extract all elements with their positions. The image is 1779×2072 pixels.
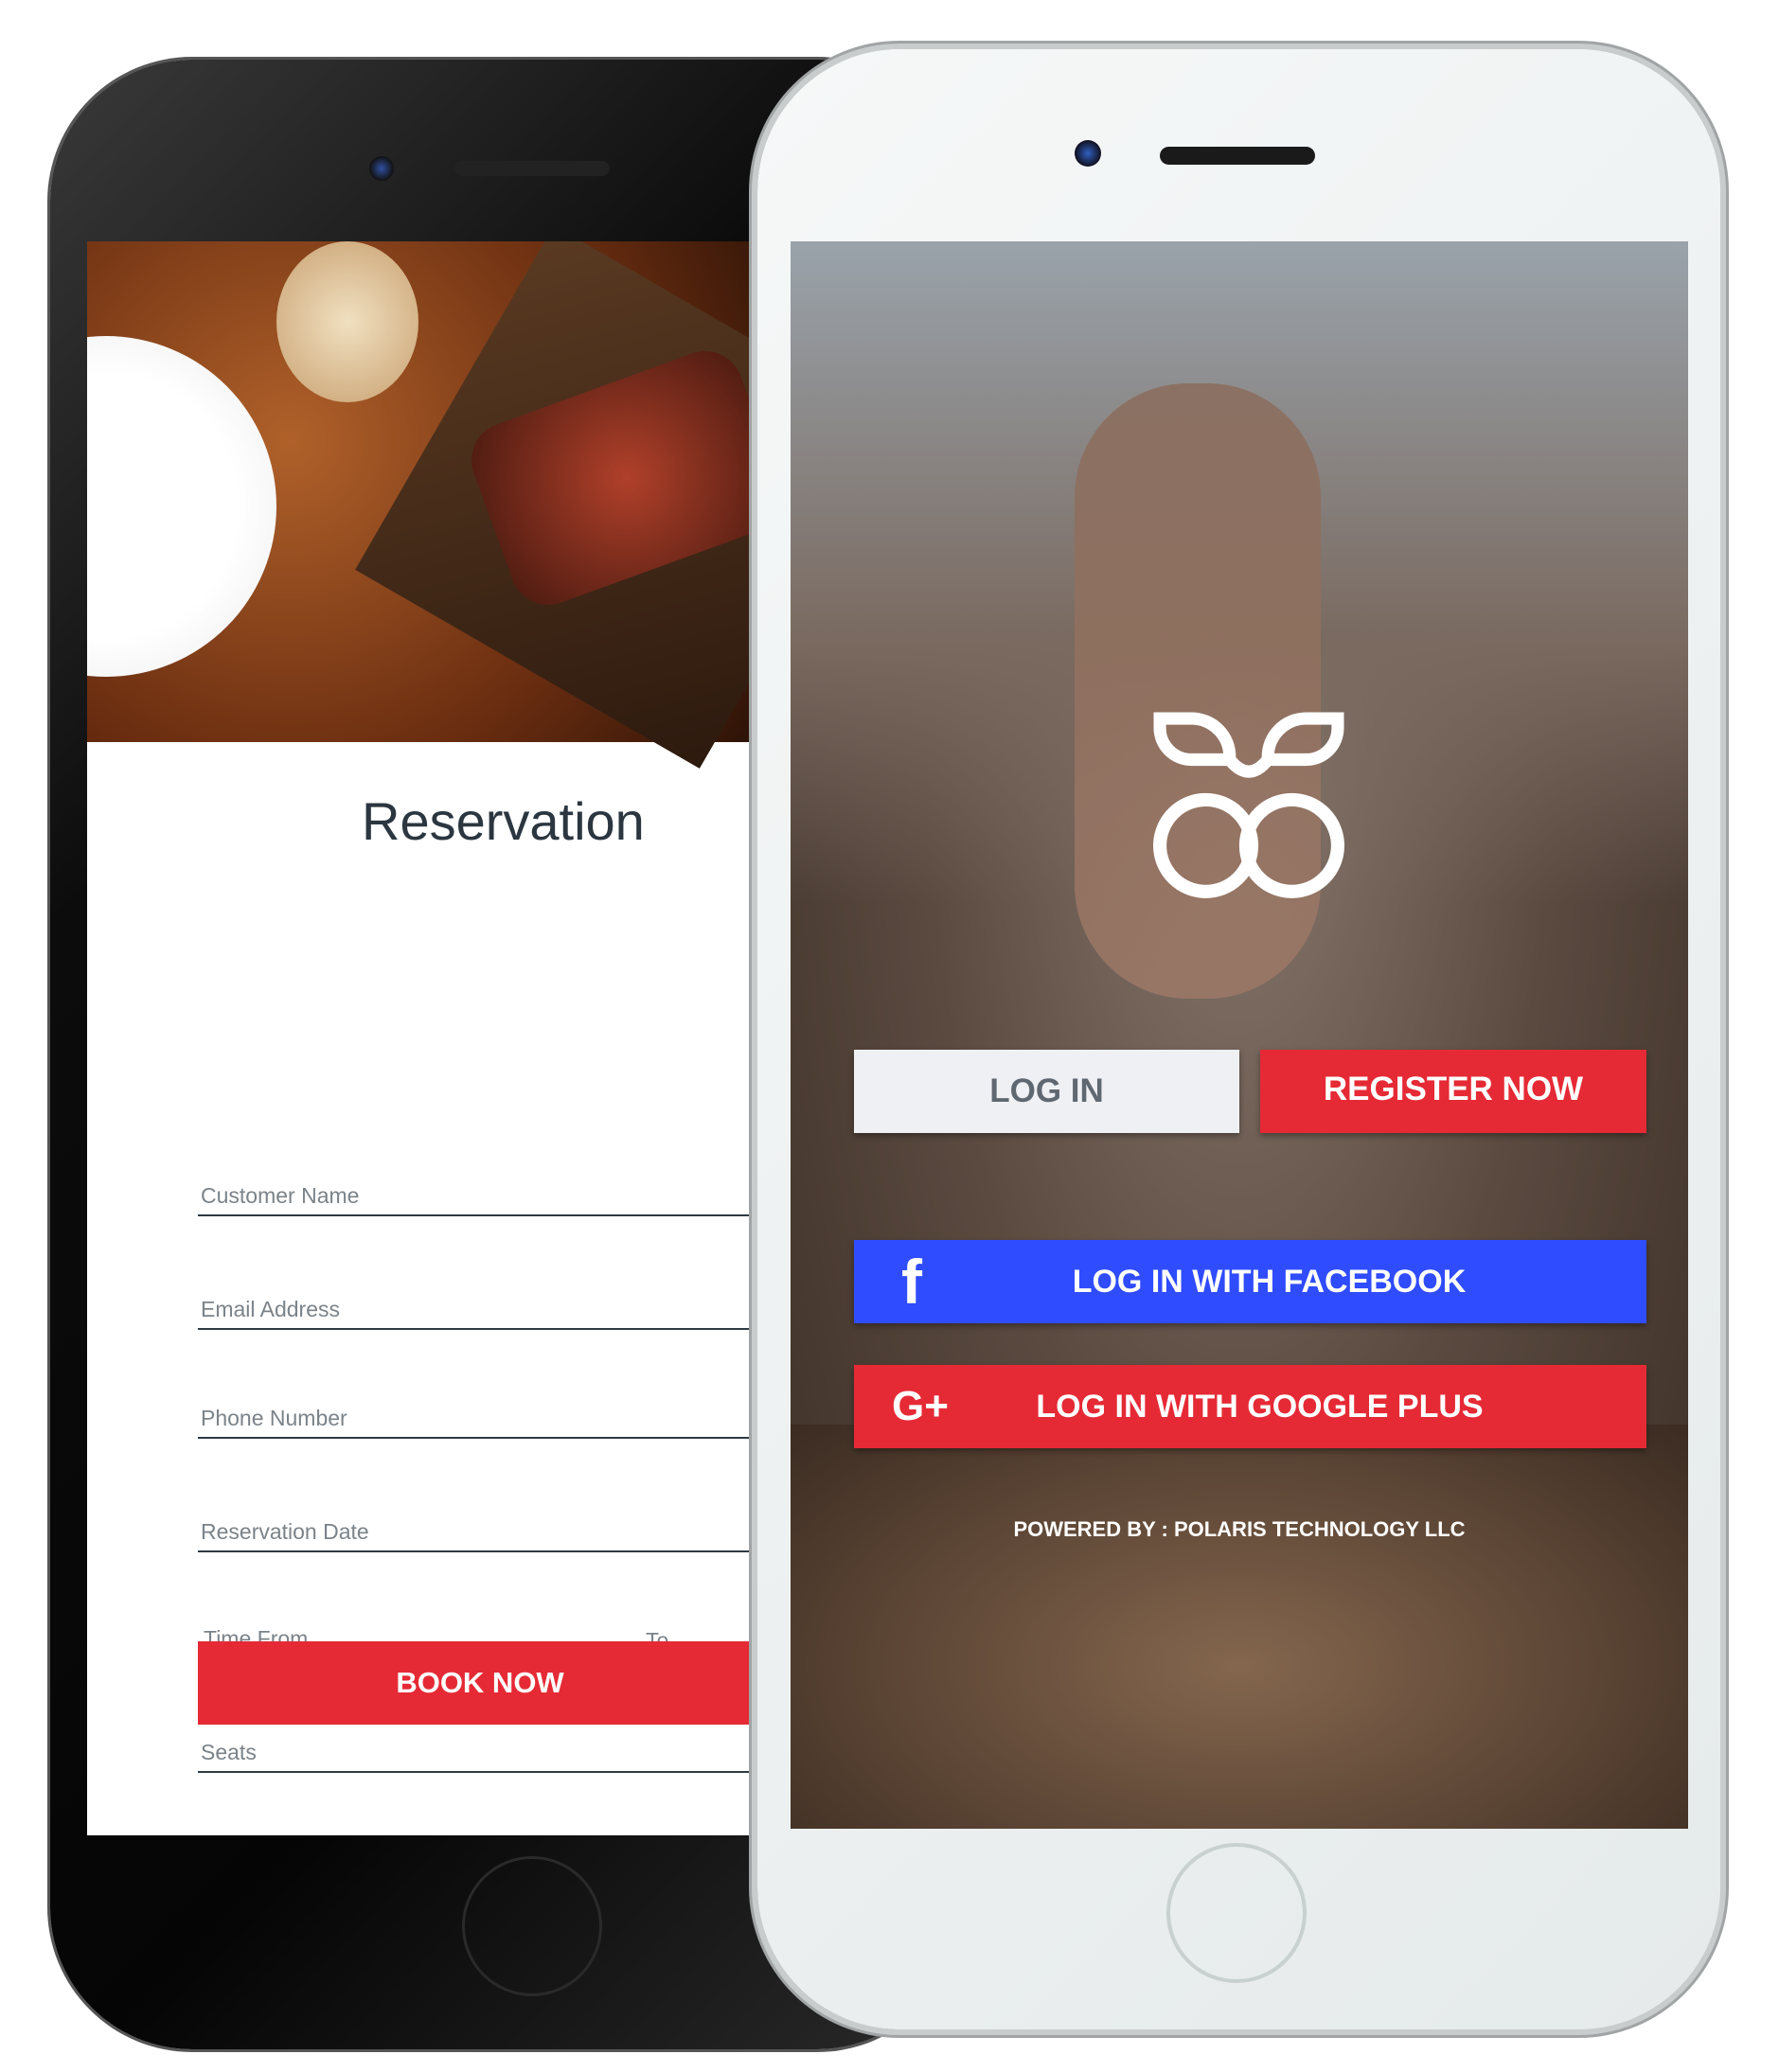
google-login-label: LOG IN WITH GOOGLE PLUS [1036, 1389, 1484, 1425]
table-background [791, 1425, 1688, 1829]
email-input[interactable]: Email Address [198, 1245, 762, 1330]
plate [87, 336, 276, 677]
bread [276, 241, 418, 402]
login-button[interactable]: LOG IN [854, 1050, 1239, 1133]
front-camera-icon [1075, 140, 1101, 167]
field-placeholder: Phone Number [201, 1406, 347, 1430]
front-camera-icon [369, 156, 394, 181]
speaker-grille [454, 161, 610, 176]
login-screen: LOG IN REGISTER NOW f LOG IN WITH FACEBO… [791, 241, 1688, 1829]
field-placeholder: Reservation Date [201, 1519, 369, 1544]
page-title: Reservation [362, 791, 645, 851]
chef-arm [1075, 383, 1321, 999]
facebook-login-label: LOG IN WITH FACEBOOK [1072, 1264, 1467, 1300]
home-button[interactable] [462, 1856, 602, 1996]
powered-by-text: POWERED BY : POLARIS TECHNOLOGY LLC [1013, 1517, 1466, 1541]
field-placeholder: Email Address [201, 1297, 341, 1321]
google-plus-login-button[interactable]: G+ LOG IN WITH GOOGLE PLUS [854, 1365, 1646, 1448]
facebook-icon: f [901, 1247, 922, 1317]
speaker-grille [1160, 147, 1315, 165]
app-logo-icon [1153, 712, 1344, 898]
phone-input[interactable]: Phone Number [198, 1354, 762, 1439]
food-hero-image [87, 241, 762, 769]
register-now-button[interactable]: REGISTER NOW [1260, 1050, 1646, 1133]
facebook-login-button[interactable]: f LOG IN WITH FACEBOOK [854, 1240, 1646, 1323]
field-placeholder: Customer Name [201, 1183, 360, 1208]
home-button[interactable] [1166, 1843, 1307, 1983]
field-placeholder: Seats [201, 1740, 257, 1764]
reservation-screen: Reservation Customer Name Email Address … [87, 241, 762, 1835]
reservation-date-input[interactable]: Reservation Date [198, 1467, 762, 1552]
google-plus-icon: G+ [892, 1383, 949, 1429]
book-now-button[interactable]: BOOK NOW [198, 1641, 762, 1725]
customer-name-input[interactable]: Customer Name [198, 1131, 762, 1216]
